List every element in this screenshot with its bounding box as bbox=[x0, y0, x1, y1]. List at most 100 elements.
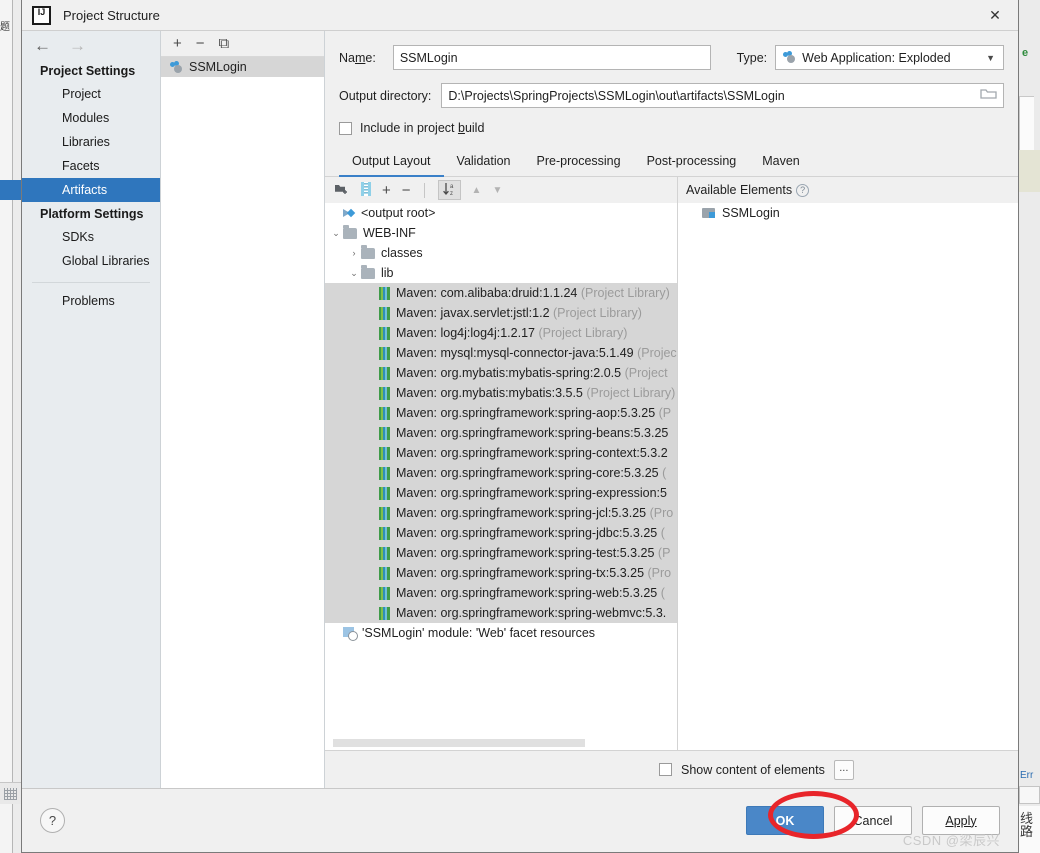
sidebar-group-project-settings: Project Settings bbox=[40, 64, 136, 78]
artifact-name-input[interactable]: SSMLogin bbox=[392, 45, 711, 70]
tab-output-layout[interactable]: Output Layout bbox=[339, 149, 444, 177]
backdrop-left-strip-2 bbox=[13, 0, 21, 853]
sidebar-item-artifacts[interactable]: Artifacts bbox=[22, 178, 160, 202]
tree-row[interactable]: Maven: org.springframework:spring-expres… bbox=[325, 483, 677, 503]
tree-row[interactable]: Maven: org.springframework:spring-tx:5.3… bbox=[325, 563, 677, 583]
tree-row-source: ( bbox=[657, 586, 665, 600]
tree-row[interactable]: Maven: org.springframework:spring-web:5.… bbox=[325, 583, 677, 603]
tree-row-label: Maven: org.springframework:spring-beans:… bbox=[396, 426, 669, 440]
library-jar-icon bbox=[379, 406, 390, 420]
available-element-item[interactable]: SSMLogin bbox=[678, 203, 1018, 223]
output-layout-tree[interactable]: <output root> ⌄ WEB-INF › classes ⌄ lib Maven: … bbox=[325, 203, 677, 736]
backdrop-small-box bbox=[1019, 786, 1040, 804]
copy-artifact-icon[interactable]: ⧉ bbox=[219, 36, 230, 51]
scrollbar-thumb[interactable] bbox=[333, 739, 585, 747]
tree-row[interactable]: Maven: org.springframework:spring-beans:… bbox=[325, 423, 677, 443]
artifact-editor: Name: SSMLogin Type: Web Application: Ex… bbox=[325, 31, 1018, 788]
tree-row[interactable]: 'SSMLogin' module: 'Web' facet resources bbox=[325, 623, 677, 643]
tree-row[interactable]: Maven: org.springframework:spring-core:5… bbox=[325, 463, 677, 483]
tab-maven[interactable]: Maven bbox=[749, 149, 813, 177]
available-elements-tree[interactable]: SSMLogin bbox=[678, 203, 1018, 750]
move-down-icon[interactable]: ▼ bbox=[492, 185, 502, 196]
folder-browse-icon[interactable] bbox=[980, 87, 997, 101]
more-options-button[interactable]: ... bbox=[833, 759, 854, 780]
add-copy-of-icon[interactable]: + bbox=[382, 183, 391, 198]
tree-row[interactable]: Maven: org.springframework:spring-test:5… bbox=[325, 543, 677, 563]
library-jar-icon bbox=[379, 546, 390, 560]
tree-row[interactable]: › classes bbox=[325, 243, 677, 263]
tab-validation[interactable]: Validation bbox=[444, 149, 524, 177]
tree-row-source: (Project Library) bbox=[549, 306, 642, 320]
tree-row[interactable]: Maven: org.springframework:spring-jdbc:5… bbox=[325, 523, 677, 543]
tab-pre-processing[interactable]: Pre-processing bbox=[524, 149, 634, 177]
tree-row[interactable]: Maven: org.springframework:spring-contex… bbox=[325, 443, 677, 463]
tree-row[interactable]: Maven: org.mybatis:mybatis:3.5.5 (Projec… bbox=[325, 383, 677, 403]
tree-row-label: Maven: org.springframework:spring-jdbc:5… bbox=[396, 526, 658, 540]
available-elements-header: Available Elements ? bbox=[678, 177, 1018, 203]
tree-row-label: Maven: org.springframework:spring-jcl:5.… bbox=[396, 506, 647, 520]
help-button[interactable]: ? bbox=[40, 808, 65, 833]
tree-expander-icon[interactable]: › bbox=[347, 248, 361, 258]
sidebar-item-libraries[interactable]: Libraries bbox=[22, 130, 160, 154]
tree-row[interactable]: Maven: javax.servlet:jstl:1.2 (Project L… bbox=[325, 303, 677, 323]
tree-row-label: Maven: com.alibaba:druid:1.1.24 bbox=[396, 286, 578, 300]
include-in-build-checkbox[interactable] bbox=[339, 121, 352, 135]
tree-row[interactable]: Maven: log4j:log4j:1.2.17 (Project Libra… bbox=[325, 323, 677, 343]
add-directory-icon[interactable] bbox=[334, 182, 350, 199]
tree-horizontal-scrollbar[interactable] bbox=[325, 736, 677, 750]
sidebar-item-modules[interactable]: Modules bbox=[22, 106, 160, 130]
ok-button[interactable]: OK bbox=[746, 806, 824, 835]
sidebar-divider bbox=[32, 282, 150, 283]
artifact-tabs: Output Layout Validation Pre-processing … bbox=[325, 149, 1018, 177]
tree-row-source: ( bbox=[657, 526, 665, 540]
output-tree-column: + − az ▲ ▼ <output root> ⌄ WEB-INF › classes… bbox=[325, 177, 678, 750]
tree-row[interactable]: Maven: org.mybatis:mybatis-spring:2.0.5 … bbox=[325, 363, 677, 383]
tree-row[interactable]: Maven: org.springframework:spring-webmvc… bbox=[325, 603, 677, 623]
tree-row[interactable]: Maven: mysql:mysql-connector-java:5.1.49… bbox=[325, 343, 677, 363]
tree-row-source: (Project Library) bbox=[582, 386, 676, 400]
sidebar-item-global-libraries[interactable]: Global Libraries bbox=[22, 249, 160, 273]
tree-row-label: Maven: log4j:log4j:1.2.17 bbox=[396, 326, 535, 340]
include-in-build-row[interactable]: Include in project build bbox=[339, 121, 1004, 135]
name-label: Name: bbox=[339, 50, 376, 65]
help-question-icon[interactable]: ? bbox=[796, 183, 810, 197]
tree-row[interactable]: <output root> bbox=[325, 203, 677, 223]
library-jar-icon bbox=[379, 286, 390, 300]
tree-row-label: Maven: javax.servlet:jstl:1.2 bbox=[396, 306, 550, 320]
add-archive-icon[interactable] bbox=[361, 181, 371, 199]
move-up-icon[interactable]: ▲ bbox=[472, 185, 482, 196]
tree-row[interactable]: ⌄ lib bbox=[325, 263, 677, 283]
sidebar-item-facets[interactable]: Facets bbox=[22, 154, 160, 178]
tree-row[interactable]: ⌄ WEB-INF bbox=[325, 223, 677, 243]
tree-row[interactable]: Maven: org.springframework:spring-jcl:5.… bbox=[325, 503, 677, 523]
sidebar-item-project[interactable]: Project bbox=[22, 82, 160, 106]
tree-row-label: Maven: org.springframework:spring-test:5… bbox=[396, 546, 655, 560]
back-arrow-icon[interactable]: ← bbox=[34, 37, 51, 54]
output-directory-input[interactable]: D:\Projects\SpringProjects\SSMLogin\out\… bbox=[441, 83, 1004, 108]
tree-row-label: WEB-INF bbox=[363, 226, 416, 240]
apply-button-label: Apply bbox=[945, 813, 977, 828]
sidebar-item-sdks[interactable]: SDKs bbox=[22, 225, 160, 249]
remove-element-icon[interactable]: − bbox=[402, 183, 411, 198]
tree-row[interactable]: Maven: com.alibaba:druid:1.1.24 (Project… bbox=[325, 283, 677, 303]
tree-row[interactable]: Maven: org.springframework:spring-aop:5.… bbox=[325, 403, 677, 423]
tree-expander-icon[interactable]: ⌄ bbox=[347, 268, 361, 279]
backdrop-left-text: 题 bbox=[0, 22, 10, 33]
add-artifact-icon[interactable]: + bbox=[173, 36, 182, 51]
show-content-checkbox[interactable] bbox=[659, 763, 672, 776]
tree-row-label: Maven: mysql:mysql-connector-java:5.1.49 bbox=[396, 346, 634, 360]
artifact-type-select[interactable]: Web Application: Exploded ▼ bbox=[775, 45, 1004, 70]
tree-expander-icon[interactable]: ⌄ bbox=[329, 228, 343, 239]
artifact-list-item[interactable]: SSMLogin bbox=[161, 57, 324, 77]
sort-alphabetically-icon[interactable]: az bbox=[437, 179, 461, 201]
cancel-button[interactable]: Cancel bbox=[834, 806, 912, 835]
remove-artifact-icon[interactable]: − bbox=[196, 36, 205, 51]
tab-post-processing[interactable]: Post-processing bbox=[634, 149, 750, 177]
folder-icon bbox=[343, 224, 357, 239]
tree-row-source: (Project Library) bbox=[577, 286, 670, 300]
tree-row-source: (P bbox=[654, 546, 671, 560]
output-layout-area: + − az ▲ ▼ <output root> ⌄ WEB-INF › classes… bbox=[325, 177, 1018, 750]
close-icon[interactable]: ✕ bbox=[972, 0, 1018, 31]
forward-arrow-icon[interactable]: → bbox=[69, 37, 86, 54]
sidebar-item-problems[interactable]: Problems bbox=[22, 289, 160, 313]
